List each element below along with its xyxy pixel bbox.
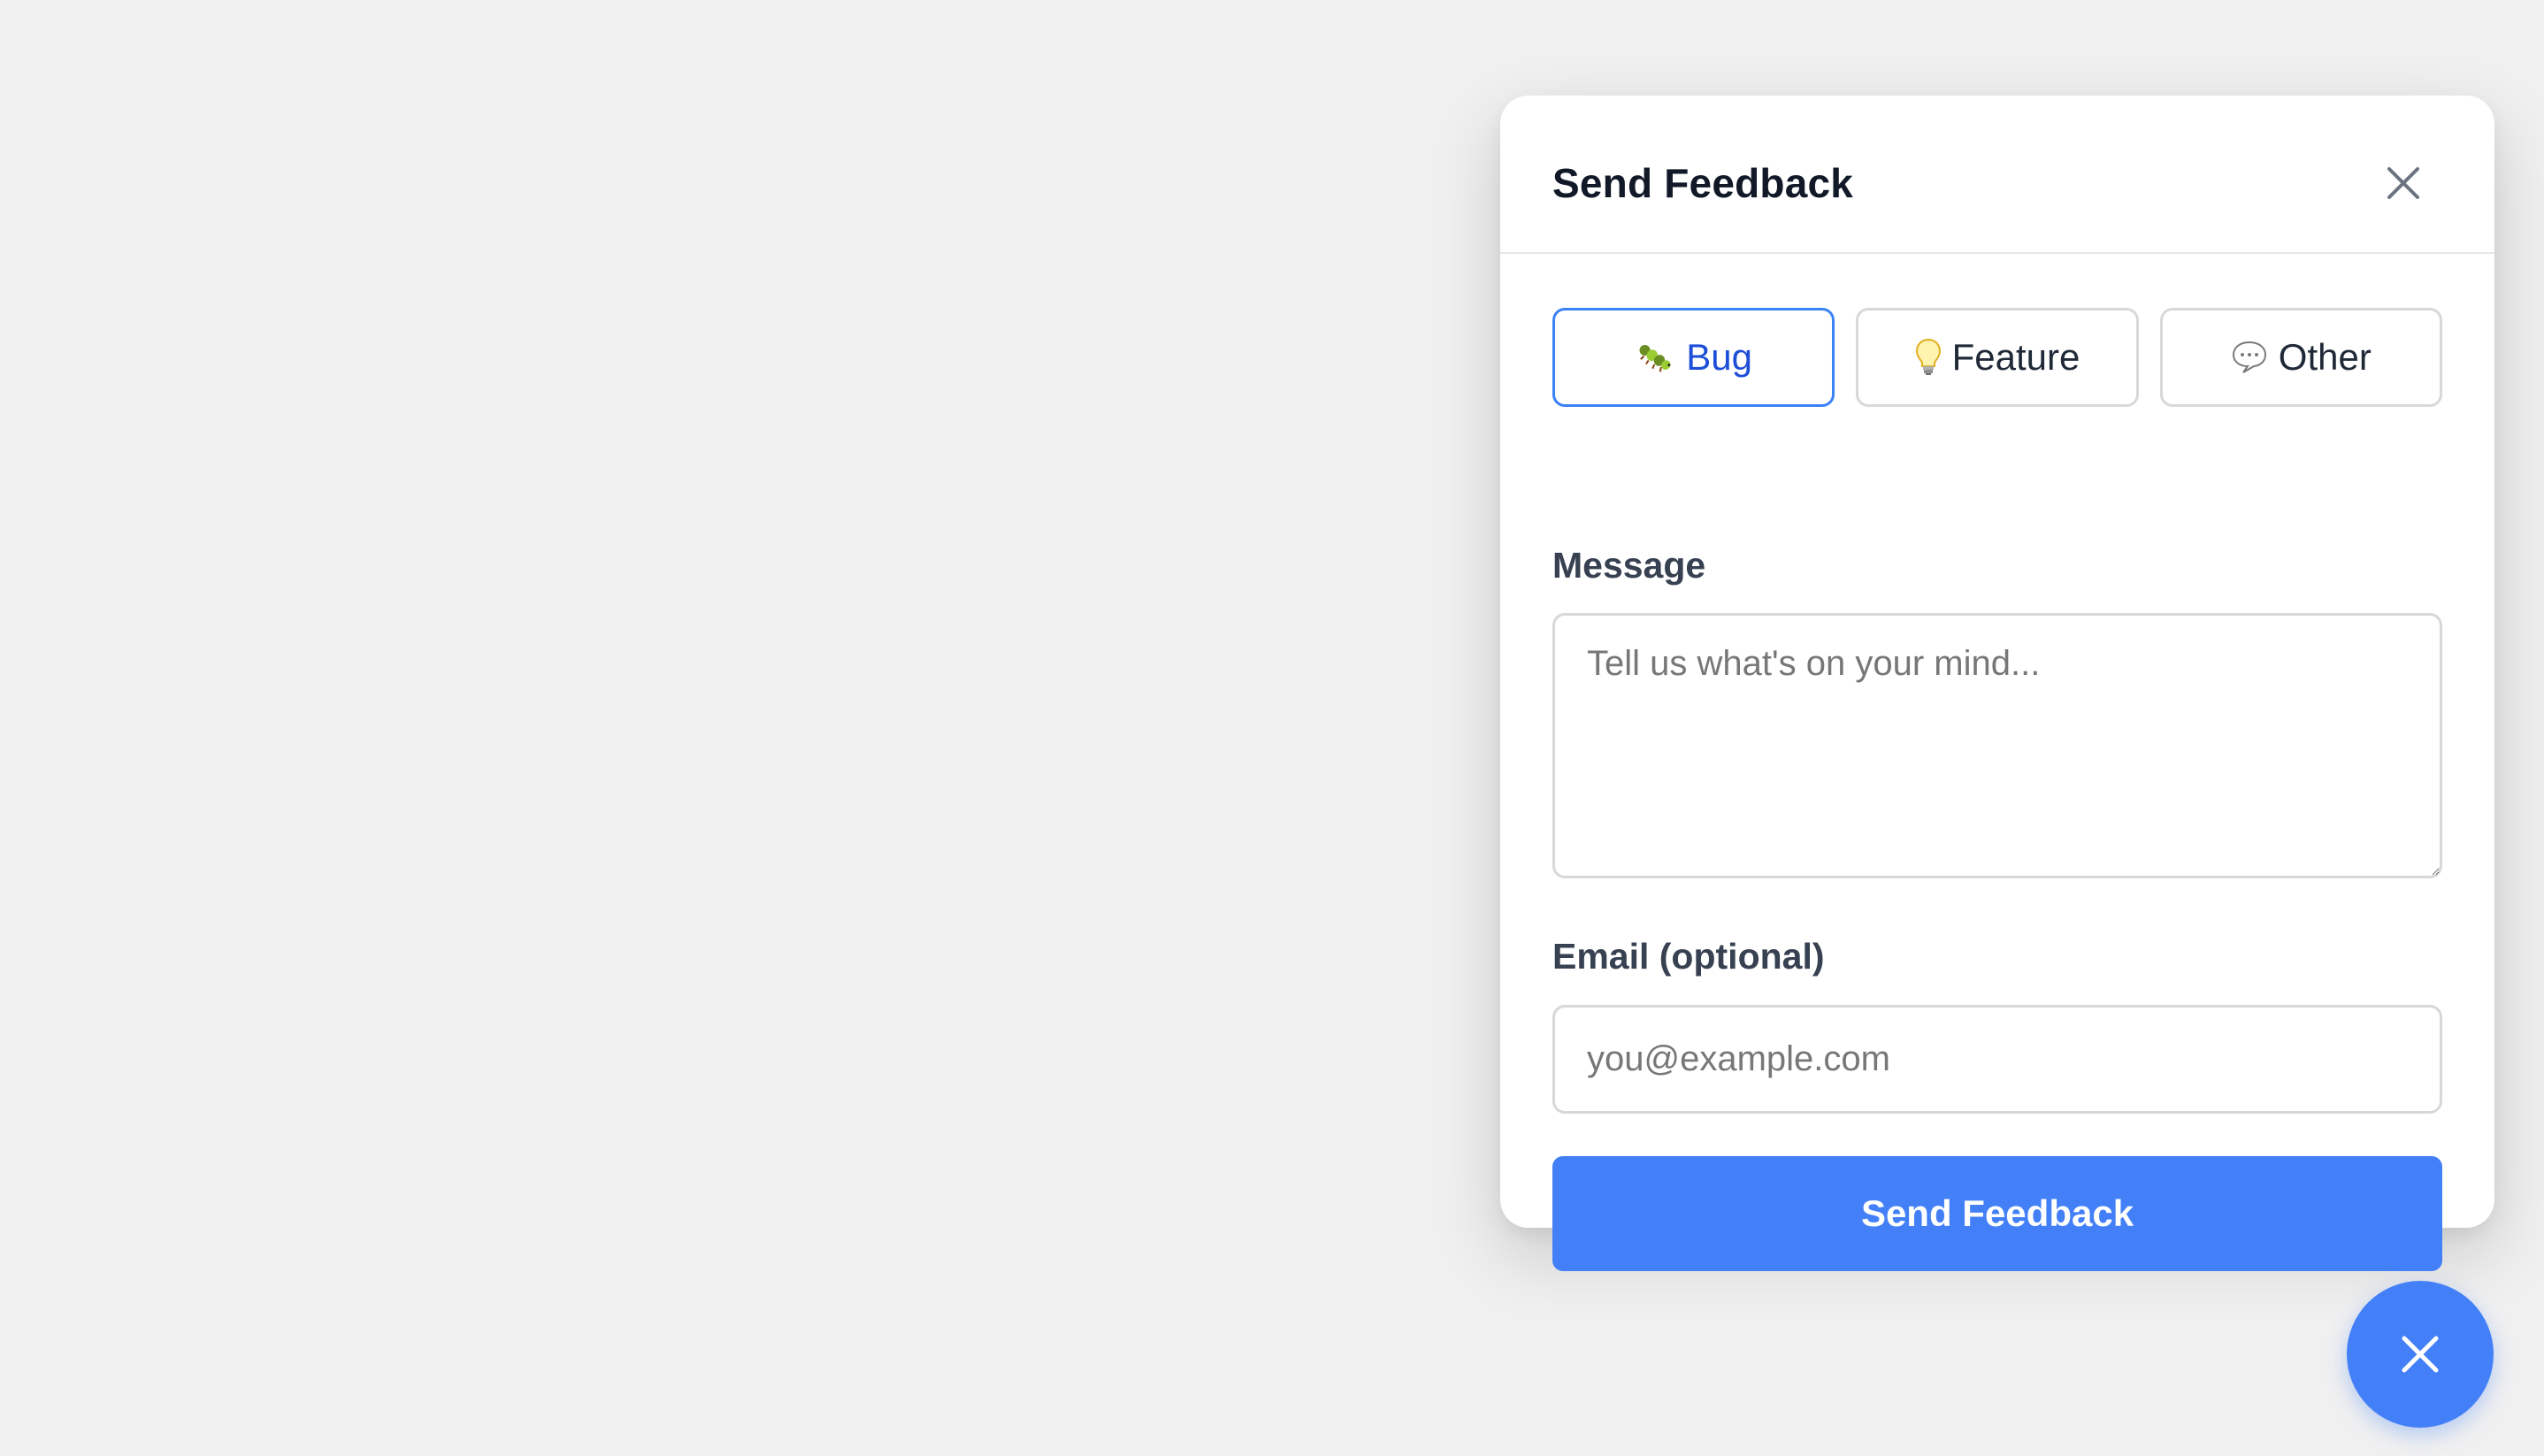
lightbulb-icon: [1915, 338, 1942, 377]
feedback-panel: Send Feedback Bug Feature Other Message …: [1500, 96, 2494, 1271]
email-input[interactable]: [1552, 1005, 2442, 1114]
close-icon: [2402, 1336, 2439, 1373]
type-button-other[interactable]: Other: [2159, 308, 2442, 407]
feedback-toggle-button[interactable]: [2347, 1281, 2494, 1428]
type-button-feature[interactable]: Feature: [1856, 308, 2139, 407]
type-label-other: Other: [2278, 336, 2372, 378]
speech-bubble-icon: [2231, 340, 2268, 375]
close-icon: [2387, 167, 2419, 199]
close-button[interactable]: [2372, 152, 2434, 214]
type-button-bug[interactable]: Bug: [1552, 308, 1835, 407]
feedback-type-selector: Bug Feature Other: [1552, 308, 2442, 407]
bug-icon: [1635, 340, 1675, 375]
panel-header: Send Feedback: [1500, 96, 2494, 254]
email-label: Email (optional): [1552, 936, 1825, 977]
panel-title: Send Feedback: [1552, 160, 1854, 206]
message-label: Message: [1552, 545, 1706, 586]
type-label-feature: Feature: [1951, 336, 2080, 378]
type-label-bug: Bug: [1686, 336, 1753, 378]
message-textarea[interactable]: [1552, 613, 2442, 878]
send-feedback-button[interactable]: Send Feedback: [1552, 1156, 2442, 1271]
